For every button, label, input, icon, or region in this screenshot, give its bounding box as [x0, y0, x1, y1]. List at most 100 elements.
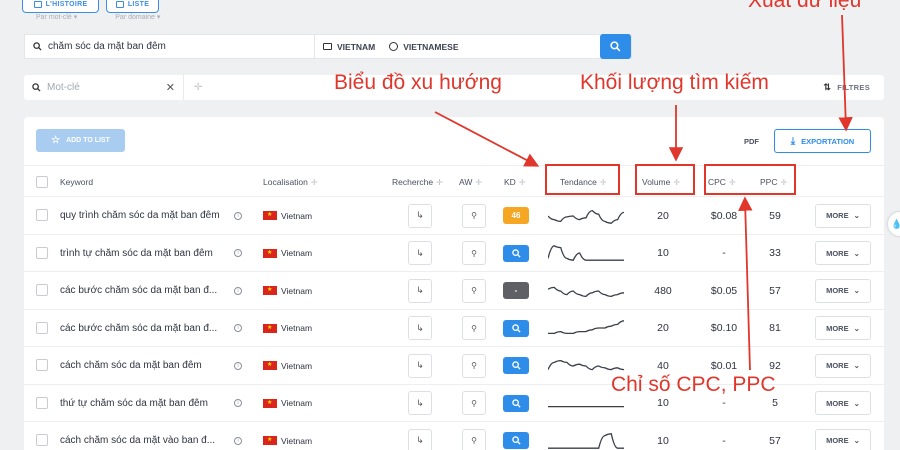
- magic-wand-icon: ⚲: [462, 391, 486, 416]
- keyword-cell[interactable]: cách chăm sóc da mặt vào ban đ...: [60, 422, 228, 450]
- kd-badge[interactable]: [503, 385, 529, 423]
- more-button[interactable]: MORE ⌄: [815, 422, 871, 450]
- more-button[interactable]: MORE ⌄: [815, 385, 871, 423]
- row-checkbox[interactable]: [36, 284, 48, 296]
- tab-by-domain[interactable]: Par domaine ▾: [115, 13, 160, 21]
- more-button[interactable]: MORE ⌄: [815, 347, 871, 385]
- more-button[interactable]: MORE ⌄: [815, 235, 871, 273]
- row-checkbox[interactable]: [36, 359, 48, 371]
- side-helper-tab[interactable]: 💧: [888, 212, 900, 236]
- trend-sparkline: [548, 272, 624, 310]
- keyword-cell[interactable]: quy trình chăm sóc da mặt ban đêm: [60, 197, 228, 235]
- kd-badge[interactable]: 46: [503, 197, 529, 235]
- add-filter-icon[interactable]: ✛: [194, 82, 202, 93]
- header-recherche[interactable]: Recherche ✛: [392, 166, 443, 198]
- header-keyword[interactable]: Keyword: [60, 166, 93, 198]
- list-button[interactable]: LISTE: [106, 0, 159, 13]
- more-button[interactable]: MORE ⌄: [815, 197, 871, 235]
- chevron-down-icon: ⌄: [853, 323, 860, 333]
- trend-sparkline: [548, 422, 624, 450]
- magic-wand-icon: ⚲: [462, 241, 486, 266]
- row-checkbox[interactable]: [36, 246, 48, 259]
- adwords-button[interactable]: ⚲: [462, 385, 486, 423]
- keyword-cell[interactable]: các bước chăm sóc da mặt ban đ...: [60, 272, 228, 310]
- search-icon: [33, 42, 42, 51]
- serp-button[interactable]: ↳: [408, 385, 432, 423]
- kd-badge[interactable]: -: [503, 272, 529, 310]
- trend-chart: [548, 320, 624, 335]
- kd-badge[interactable]: [503, 310, 529, 348]
- clear-icon[interactable]: ✕: [166, 81, 175, 94]
- trend-line: [548, 359, 624, 371]
- download-icon: ⤓: [790, 135, 796, 147]
- enter-arrow-icon: ↳: [408, 353, 432, 378]
- adwords-button[interactable]: ⚲: [462, 197, 486, 235]
- header-aw[interactable]: AW ✛: [459, 166, 482, 198]
- cpc-cell: $0.08: [710, 209, 738, 222]
- chevron-down-icon: ⌄: [853, 361, 860, 371]
- table-row: cách chăm sóc da mặt vào ban đ...i Vietna…: [24, 422, 884, 450]
- row-checkbox[interactable]: [36, 321, 48, 334]
- tab-by-keyword[interactable]: Par mot-clé ▾: [36, 13, 77, 21]
- history-button[interactable]: L'HISTOIRE: [22, 0, 99, 13]
- keyword-cell[interactable]: trình tự chăm sóc da mặt ban đêm: [60, 235, 228, 273]
- row-checkbox[interactable]: [36, 396, 48, 409]
- chevron-down-icon: ⌄: [853, 286, 860, 296]
- info-icon[interactable]: i: [234, 385, 242, 423]
- info-icon[interactable]: i: [234, 310, 242, 348]
- info-icon[interactable]: i: [234, 235, 242, 273]
- country-select[interactable]: VIETNAM: [323, 42, 375, 52]
- vietnam-flag-icon: [263, 361, 277, 371]
- cpc-cell: -: [722, 434, 726, 447]
- vietnam-flag-icon: [263, 436, 277, 446]
- serp-button[interactable]: ↳: [408, 197, 432, 235]
- select-all-checkbox[interactable]: [36, 176, 48, 188]
- info-icon[interactable]: i: [234, 197, 242, 235]
- header-localisation[interactable]: Localisation ✛: [263, 166, 318, 198]
- adwords-button[interactable]: ⚲: [462, 310, 486, 348]
- keyword-cell[interactable]: thứ tự chăm sóc da mặt ban đêm: [60, 385, 228, 423]
- adwords-button[interactable]: ⚲: [462, 235, 486, 273]
- more-button[interactable]: MORE ⌄: [815, 272, 871, 310]
- add-to-list-button[interactable]: ☆ ADD TO LIST: [36, 129, 125, 152]
- row-checkbox[interactable]: [36, 434, 48, 446]
- adwords-button[interactable]: ⚲: [462, 347, 486, 385]
- magic-wand-icon: ⚲: [462, 428, 486, 450]
- info-icon[interactable]: i: [234, 272, 242, 310]
- keyword-cell[interactable]: cách chăm sóc da mặt ban đêm: [60, 347, 228, 385]
- highlight-cpc-ppc: [704, 164, 796, 195]
- keyword-cell[interactable]: các bước chăm sóc da mặt ban đ...: [60, 310, 228, 348]
- vietnam-flag-icon: [263, 248, 277, 258]
- table-row: quy trình chăm sóc da mặt ban đêmi Vietna…: [24, 197, 884, 235]
- row-checkbox[interactable]: [36, 209, 48, 221]
- kd-badge[interactable]: [503, 235, 529, 273]
- serp-button[interactable]: ↳: [408, 235, 432, 273]
- vietnam-flag-icon: [263, 211, 277, 221]
- keyword-filter-input[interactable]: Mot-clé ✕: [24, 75, 184, 100]
- more-button[interactable]: MORE ⌄: [815, 310, 871, 348]
- search-icon: [511, 361, 521, 370]
- info-icon[interactable]: i: [234, 347, 242, 385]
- ppc-cell: 57: [769, 434, 781, 447]
- export-button[interactable]: ⤓ EXPORTATION: [774, 129, 871, 153]
- volume-cell: 20: [657, 209, 669, 222]
- header-kd[interactable]: KD ✛: [504, 166, 526, 198]
- globe-icon: [389, 42, 399, 51]
- table-row: các bước chăm sóc da mặt ban đ...i Vietna…: [24, 310, 884, 348]
- trend-sparkline: [548, 310, 624, 348]
- info-icon[interactable]: i: [234, 422, 242, 450]
- serp-button[interactable]: ↳: [408, 272, 432, 310]
- adwords-button[interactable]: ⚲: [462, 272, 486, 310]
- serp-button[interactable]: ↳: [408, 347, 432, 385]
- filters-button[interactable]: ⇅ FILTRES: [823, 82, 870, 93]
- pdf-button[interactable]: PDF: [744, 137, 759, 146]
- serp-button[interactable]: ↳: [408, 422, 432, 450]
- language-select[interactable]: VIETNAMESE: [389, 42, 459, 52]
- search-button[interactable]: [600, 34, 631, 59]
- adwords-button[interactable]: ⚲: [462, 422, 486, 450]
- ppc-cell: 59: [769, 209, 781, 222]
- kd-badge[interactable]: [503, 422, 529, 450]
- keyword-input[interactable]: chăm sóc da mặt ban đêm: [25, 35, 315, 58]
- serp-button[interactable]: ↳: [408, 310, 432, 348]
- kd-badge[interactable]: [503, 347, 529, 385]
